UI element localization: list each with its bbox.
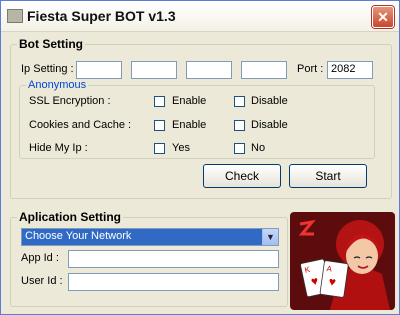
start-button[interactable]: Start <box>289 164 367 188</box>
hide-ip-no-checkbox[interactable] <box>234 143 245 154</box>
application-setting-legend: Aplication Setting <box>19 210 121 224</box>
ssl-encryption-label: SSL Encryption : <box>29 95 111 107</box>
ssl-enable-checkbox[interactable] <box>154 96 165 107</box>
hide-ip-yes-label: Yes <box>172 142 190 154</box>
app-id-input[interactable] <box>68 250 279 268</box>
chevron-down-icon[interactable]: ▼ <box>262 229 278 245</box>
ip-octet-2-input[interactable] <box>131 61 177 79</box>
app-id-label: App Id : <box>21 252 59 264</box>
network-select[interactable]: Choose Your Network ▼ <box>21 228 279 246</box>
window-title: Fiesta Super BOT v1.3 <box>27 8 176 24</box>
bot-setting-legend: Bot Setting <box>19 37 83 51</box>
ip-octet-3-input[interactable] <box>186 61 232 79</box>
cookies-disable-checkbox[interactable] <box>234 120 245 131</box>
cookies-disable-label: Disable <box>251 119 288 131</box>
ssl-enable-label: Enable <box>172 95 207 107</box>
ssl-disable-label: Disable <box>251 95 288 107</box>
hide-ip-yes-checkbox[interactable] <box>154 143 165 154</box>
close-button[interactable]: ✕ <box>372 6 394 28</box>
title-bar[interactable]: Fiesta Super BOT v1.3 ✕ <box>1 1 399 32</box>
cookies-cache-label: Cookies and Cache : <box>29 119 132 131</box>
poker-character-image: K ♥ A ♥ <box>290 212 395 310</box>
cookies-enable-checkbox[interactable] <box>154 120 165 131</box>
port-label: Port : <box>297 63 324 75</box>
hide-ip-no-label: No <box>251 142 266 154</box>
cookies-enable-label: Enable <box>172 119 207 131</box>
hide-ip-label: Hide My Ip : <box>29 142 88 154</box>
port-input[interactable]: 2082 <box>327 61 373 79</box>
user-id-label: User Id : <box>21 275 63 287</box>
user-id-input[interactable] <box>68 273 279 291</box>
ip-octet-1-input[interactable] <box>76 61 122 79</box>
check-button[interactable]: Check <box>203 164 281 188</box>
app-window: Fiesta Super BOT v1.3 ✕ Bot Setting Ip S… <box>0 0 400 315</box>
app-icon <box>7 9 23 23</box>
anonymous-legend: Anonymous <box>28 79 87 91</box>
ssl-disable-checkbox[interactable] <box>234 96 245 107</box>
network-select-value: Choose Your Network <box>25 230 132 242</box>
ip-octet-4-input[interactable] <box>241 61 287 79</box>
ip-setting-label: Ip Setting : <box>21 63 74 75</box>
